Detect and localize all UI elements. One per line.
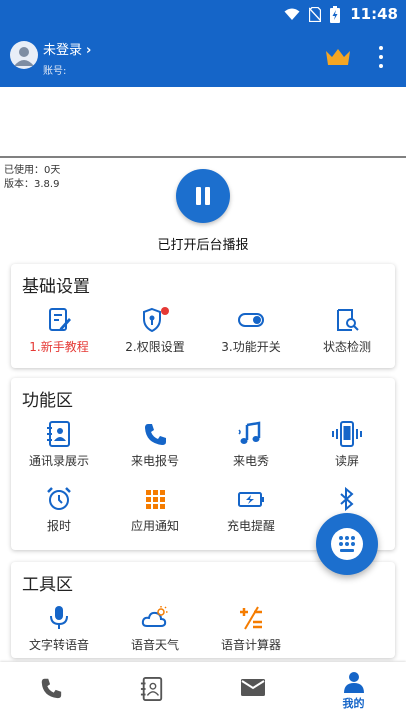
tools-card: 工具区 文字转语音 语音天气 语音计算器 [11, 562, 395, 658]
broadcast-status: 已打开后台播报 [157, 238, 249, 253]
crown-icon[interactable] [325, 47, 351, 67]
contacts-display-item[interactable]: 通讯录展示 [11, 421, 107, 469]
voice-calculator-item[interactable]: 语音计算器 [203, 605, 299, 653]
caller-show-label: 来电秀 [232, 454, 269, 468]
calculator-icon [240, 606, 262, 630]
app-notification-item[interactable]: 应用通知 [107, 486, 203, 534]
basic-settings-title: 基础设置 [22, 277, 90, 297]
music-icon [238, 421, 261, 444]
battery-charging-icon [238, 492, 264, 507]
apps-grid-icon [146, 490, 165, 509]
user-avatar-icon [14, 47, 34, 66]
voice-calculator-label: 语音计算器 [220, 638, 281, 652]
caller-id-label: 来电报号 [130, 454, 179, 468]
contacts-icon [47, 421, 70, 447]
caller-show-item[interactable]: 来电秀 [203, 421, 299, 469]
charging-reminder-item[interactable]: 充电提醒 [203, 486, 299, 534]
app-notification-label: 应用通知 [130, 519, 179, 533]
usage-info: 已使用：0天 版本：3.8.9 [4, 164, 60, 192]
alarm-clock-icon [47, 487, 71, 510]
version-text: 版本：3.8.9 [4, 179, 60, 190]
tutorial-label: 1.新手教程 [29, 340, 89, 354]
avatar[interactable] [10, 41, 38, 69]
time-report-label: 报时 [46, 519, 71, 533]
nav-phone[interactable] [0, 662, 101, 720]
mail-icon [240, 679, 265, 696]
weather-icon [141, 606, 168, 627]
no-sim-icon [309, 7, 321, 22]
caller-id-item[interactable]: 来电报号 [107, 421, 203, 469]
divider [0, 156, 406, 158]
tools-title: 工具区 [22, 575, 73, 595]
text-to-speech-item[interactable]: 文字转语音 [11, 605, 107, 653]
chevron-right-icon: › [86, 43, 92, 58]
microphone-icon [50, 606, 68, 629]
feature-switch-item[interactable]: 3.功能开关 [203, 307, 299, 355]
person-icon [343, 672, 364, 693]
status-check-item[interactable]: 状态检测 [299, 307, 395, 355]
nav-contacts[interactable] [101, 662, 202, 720]
keypad-fab[interactable] [316, 513, 378, 575]
vibrate-phone-icon [332, 421, 362, 447]
tutorial-icon [49, 308, 71, 331]
voice-weather-label: 语音天气 [130, 638, 179, 652]
status-bar: 11:48 [0, 0, 406, 30]
contacts-icon [140, 677, 162, 701]
pause-button[interactable] [176, 169, 230, 223]
pause-icon [196, 187, 201, 205]
contacts-display-label: 通讯录展示 [28, 454, 89, 468]
account-label: 账号: [43, 66, 67, 77]
permission-settings-item[interactable]: 2.权限设置 [107, 307, 203, 355]
login-link[interactable]: 未登录 › [43, 39, 91, 58]
phone-icon [41, 678, 61, 699]
battery-icon [330, 6, 340, 23]
voice-weather-item[interactable]: 语音天气 [107, 605, 203, 653]
charging-reminder-label: 充电提醒 [226, 519, 275, 533]
screen-reader-label: 读屏 [334, 454, 359, 468]
time-report-item[interactable]: 报时 [11, 486, 107, 534]
bluetooth-icon [340, 486, 354, 512]
used-days-text: 已使用：0天 [4, 165, 61, 176]
nav-mine[interactable]: 我的 [303, 662, 404, 720]
login-label: 未登录 [43, 43, 83, 58]
status-check-label: 状态检测 [322, 340, 371, 354]
text-to-speech-label: 文字转语音 [28, 638, 89, 652]
status-icons [284, 6, 340, 23]
bottom-navigation: 我的 [0, 662, 406, 720]
feature-area-title: 功能区 [22, 391, 73, 411]
clock: 11:48 [350, 5, 398, 23]
basic-settings-card: 基础设置 1.新手教程 2.权限设置 3.功能开关 状态检测 [11, 264, 395, 368]
tutorial-item[interactable]: 1.新手教程 [11, 307, 107, 355]
app-bar: 未登录 › 账号: [0, 30, 406, 87]
feature-switch-label: 3.功能开关 [221, 340, 281, 354]
wifi-icon [284, 8, 300, 20]
notification-badge [161, 307, 169, 315]
dialpad-icon [331, 528, 363, 560]
more-options-icon[interactable] [372, 44, 390, 70]
shield-icon [143, 307, 169, 333]
nav-mine-label: 我的 [342, 697, 365, 710]
screen-reader-item[interactable]: 读屏 [299, 421, 395, 469]
status-check-icon [337, 309, 359, 331]
nav-messages[interactable] [202, 662, 303, 720]
phone-icon [145, 424, 166, 445]
permission-settings-label: 2.权限设置 [125, 340, 185, 354]
toggle-icon [238, 313, 264, 327]
